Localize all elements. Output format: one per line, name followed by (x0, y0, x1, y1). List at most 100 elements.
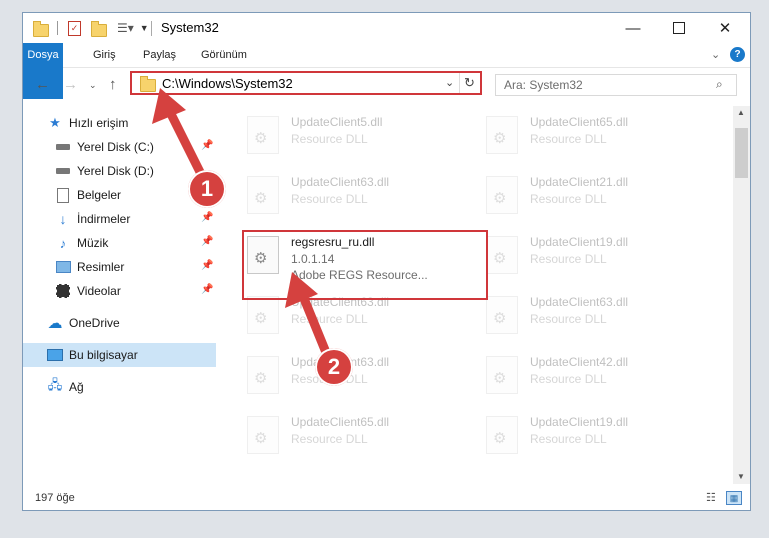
file-type: Resource DLL (291, 312, 368, 326)
sidebar-item-downloads[interactable]: ↓ İndirmeler 📌 (23, 207, 216, 231)
status-bar: 197 öğe ☷ ▦ (23, 487, 750, 510)
refresh-icon[interactable]: ↻ (464, 75, 475, 91)
file-name: UpdateClient63.dll (291, 175, 390, 189)
address-divider (459, 73, 460, 93)
step-badge-2: 2 (315, 348, 353, 386)
list-item[interactable]: UpdateClient19.dll Resource DLL (482, 230, 718, 286)
ribbon-tabs: Dosya Giriş Paylaş Görünüm ⌄ ? (23, 43, 750, 99)
dll-icon (247, 296, 279, 334)
tab-share[interactable]: Paylaş (135, 43, 184, 67)
star-icon: ★ (49, 115, 61, 130)
scrollbar-thumb[interactable] (735, 128, 748, 178)
list-item[interactable]: UpdateClient19.dll Resource DLL (482, 410, 718, 466)
view-icon[interactable]: ☰▾ (117, 21, 134, 35)
computer-icon (47, 348, 63, 362)
sidebar-item-label: Yerel Disk (C:) (77, 140, 154, 154)
sidebar-item-disk-c[interactable]: Yerel Disk (C:) 📌 (23, 135, 216, 159)
file-type: Resource DLL (291, 432, 368, 446)
sidebar-item-disk-d[interactable]: Yerel Disk (D:) (23, 159, 216, 183)
list-item[interactable]: UpdateClient63.dll Resource DLL (482, 290, 718, 346)
video-icon (55, 284, 71, 298)
sidebar-item-this-pc[interactable]: Bu bilgisayar (23, 343, 216, 367)
address-dropdown-icon[interactable]: ⌄ (445, 76, 454, 89)
file-name: UpdateClient21.dll (530, 175, 629, 189)
step-badge-1: 1 (188, 170, 226, 208)
drive-icon (55, 164, 71, 178)
navigation-bar: ← → ⌄ ↑ C:\Windows\System32 ⌄ ↻ Ara: Sys… (23, 68, 750, 102)
title-separator (151, 21, 152, 36)
sidebar-item-label: Ağ (69, 380, 84, 394)
list-item[interactable]: UpdateClient65.dll Resource DLL (243, 410, 479, 466)
dll-icon (486, 296, 518, 334)
cloud-icon: ☁ (47, 315, 63, 332)
file-type: Resource DLL (530, 312, 607, 326)
sidebar-item-label: İndirmeler (77, 212, 131, 226)
navigation-pane: ★ Hızlı erişim Yerel Disk (C:) 📌 Yerel D… (23, 106, 216, 476)
sidebar-item-documents[interactable]: Belgeler (23, 183, 216, 207)
explorer-window: ✓ ☰▾ ▼ System32 — ✕ Dosya Giriş Paylaş G… (22, 12, 751, 511)
back-icon[interactable]: ← (35, 76, 50, 93)
music-icon: ♪ (59, 235, 67, 251)
search-icon[interactable]: ⌕ (716, 77, 723, 92)
sidebar-item-pictures[interactable]: Resimler 📌 (23, 255, 216, 279)
properties-icon[interactable]: ✓ (68, 20, 81, 36)
network-icon: 🖧 (47, 377, 63, 392)
file-type: Resource DLL (291, 192, 368, 206)
new-folder-icon[interactable] (91, 20, 107, 37)
item-count: 197 öğe (35, 492, 75, 504)
file-name: UpdateClient63.dll (530, 295, 629, 309)
search-input[interactable]: Ara: System32 ⌕ (495, 74, 737, 96)
address-path[interactable]: C:\Windows\System32 (162, 76, 293, 91)
pin-icon[interactable]: 📌 (201, 260, 213, 271)
pin-icon[interactable]: 📌 (201, 284, 213, 295)
details-view-icon[interactable]: ☷ (706, 491, 716, 504)
recent-locations-icon[interactable]: ⌄ (89, 80, 97, 91)
tab-view[interactable]: Görünüm (193, 43, 255, 67)
ribbon-expand-icon[interactable]: ⌄ (711, 48, 720, 61)
pin-icon[interactable]: 📌 (201, 140, 213, 151)
list-item[interactable]: UpdateClient5.dll Resource DLL (243, 110, 479, 166)
file-name: UpdateClient19.dll (530, 415, 629, 429)
file-name: UpdateClient42.dll (530, 355, 629, 369)
sidebar-item-music[interactable]: ♪ Müzik 📌 (23, 231, 216, 255)
dll-icon (486, 236, 518, 274)
list-item[interactable]: UpdateClient42.dll Resource DLL (482, 350, 718, 406)
sidebar-item-onedrive[interactable]: ☁ OneDrive (23, 311, 216, 335)
highlight-box-file (242, 230, 488, 300)
file-type: Resource DLL (530, 132, 607, 146)
download-icon: ↓ (59, 211, 67, 227)
minimize-button[interactable]: — (610, 13, 656, 43)
sidebar-item-network[interactable]: 🖧 Ağ (23, 375, 216, 399)
list-item[interactable]: UpdateClient63.dll Resource DLL (243, 350, 479, 406)
list-item[interactable]: UpdateClient63.dll Resource DLL (243, 170, 479, 226)
dll-icon (247, 356, 279, 394)
help-icon[interactable]: ? (730, 47, 745, 62)
up-icon[interactable]: ↑ (109, 76, 117, 93)
file-type: Resource DLL (530, 192, 607, 206)
list-item[interactable]: UpdateClient21.dll Resource DLL (482, 170, 718, 226)
maximize-button[interactable] (656, 13, 702, 43)
sidebar-item-quick-access[interactable]: ★ Hızlı erişim (23, 111, 216, 135)
scroll-up-icon[interactable]: ▲ (737, 108, 745, 117)
pin-icon[interactable]: 📌 (201, 236, 213, 247)
close-button[interactable]: ✕ (702, 13, 748, 43)
customize-qa-icon[interactable]: ▼ (140, 23, 149, 33)
pin-icon[interactable]: 📌 (201, 212, 213, 223)
sidebar-item-label: Resimler (77, 260, 125, 274)
dll-icon (247, 176, 279, 214)
file-type: Resource DLL (530, 252, 607, 266)
tab-home[interactable]: Giriş (85, 43, 124, 67)
list-item[interactable]: UpdateClient65.dll Resource DLL (482, 110, 718, 166)
file-name: UpdateClient65.dll (291, 415, 390, 429)
file-name: UpdateClient5.dll (291, 115, 383, 129)
quick-access-toolbar: ✓ ☰▾ ▼ (33, 19, 149, 37)
scroll-down-icon[interactable]: ▼ (737, 472, 745, 481)
dll-icon (247, 416, 279, 454)
forward-icon[interactable]: → (63, 76, 78, 93)
tiles-view-icon[interactable]: ▦ (726, 491, 742, 505)
address-bar[interactable]: C:\Windows\System32 ⌄ ↻ (130, 71, 482, 95)
sidebar-item-videos[interactable]: Videolar 📌 (23, 279, 216, 303)
drive-icon (55, 140, 71, 154)
dll-icon (486, 416, 518, 454)
vertical-scrollbar[interactable]: ▲ ▼ (733, 106, 750, 484)
